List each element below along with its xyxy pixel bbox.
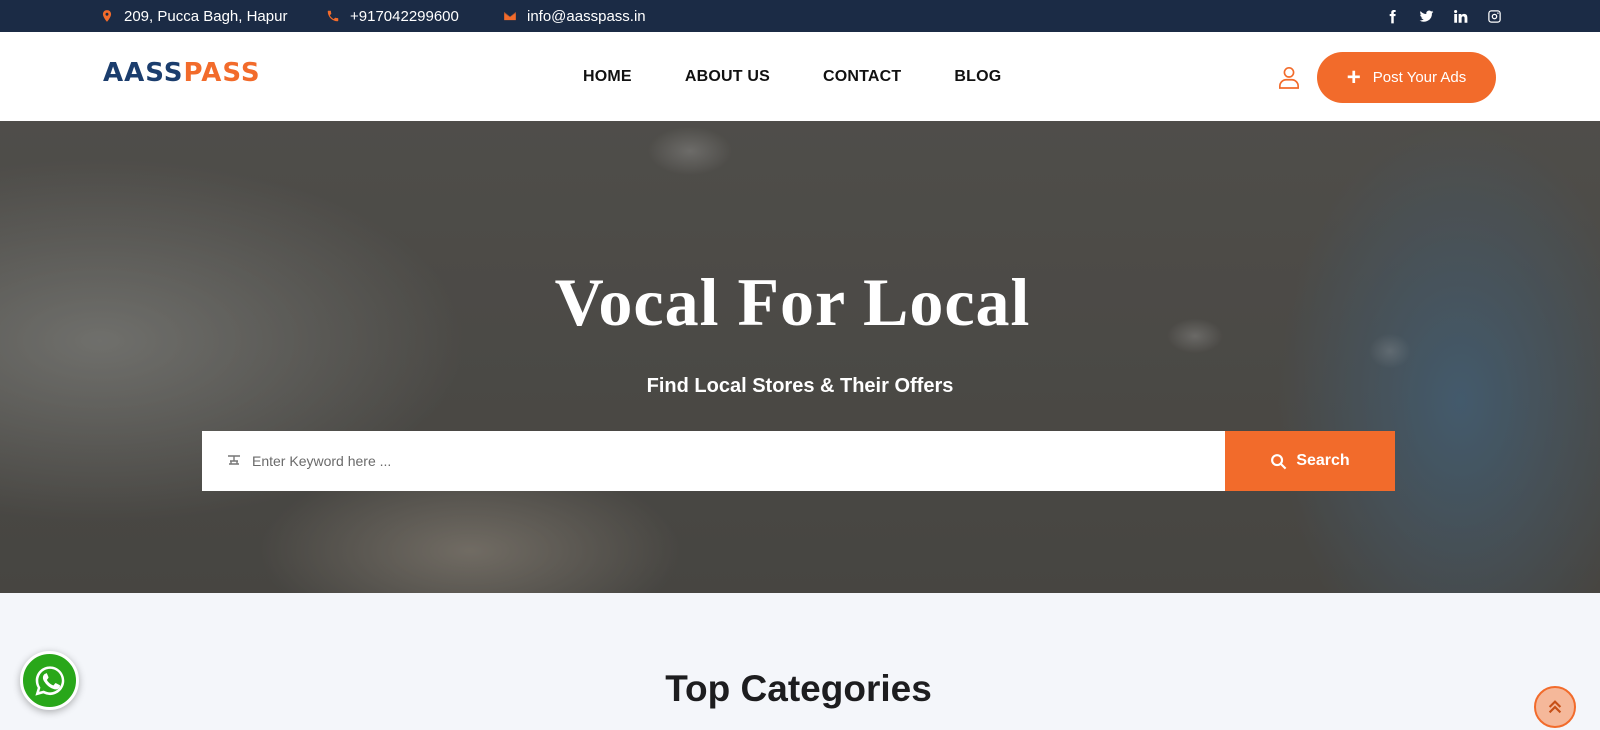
nav-contact[interactable]: CONTACT xyxy=(823,68,901,86)
phone-item[interactable]: +917042299600 xyxy=(326,0,459,32)
address-text: 209, Pucca Bagh, Hapur xyxy=(124,7,288,25)
map-pin-icon xyxy=(102,10,112,22)
logo-part-aass: AASS xyxy=(103,58,184,88)
phone-icon xyxy=(327,10,339,22)
social-links xyxy=(1384,0,1502,32)
search-box xyxy=(202,431,1225,491)
main-nav: HOME ABOUT US CONTACT BLOG xyxy=(583,32,1001,121)
main-header: AASSPASS HOME ABOUT US CONTACT BLOG + Po… xyxy=(0,32,1600,121)
hero-title: Vocal For Local xyxy=(554,264,1031,340)
keyword-icon xyxy=(228,455,240,465)
address-item: 209, Pucca Bagh, Hapur xyxy=(100,0,287,32)
whatsapp-icon xyxy=(34,665,64,696)
nav-blog[interactable]: BLOG xyxy=(954,68,1001,86)
facebook-icon[interactable] xyxy=(1384,8,1400,24)
top-info-bar: 209, Pucca Bagh, Hapur +917042299600 inf… xyxy=(0,0,1600,32)
search-icon xyxy=(1271,453,1287,469)
instagram-icon[interactable] xyxy=(1486,8,1502,24)
envelope-icon xyxy=(504,11,516,21)
search-button[interactable]: Search xyxy=(1225,431,1395,491)
section-title: Top Categories xyxy=(665,668,932,709)
twitter-icon[interactable] xyxy=(1418,8,1434,24)
hero-banner: Vocal For Local Find Local Stores & Thei… xyxy=(0,121,1600,593)
scroll-to-top-button[interactable] xyxy=(1534,686,1576,728)
plus-icon: + xyxy=(1346,63,1361,91)
post-your-ads-label: Post Your Ads xyxy=(1372,69,1467,86)
nav-home[interactable]: HOME xyxy=(583,68,632,86)
hero-subtitle: Find Local Stores & Their Offers xyxy=(646,375,954,397)
nav-about-us[interactable]: ABOUT US xyxy=(685,68,770,86)
search-input[interactable] xyxy=(252,453,1152,469)
search-button-label: Search xyxy=(1296,452,1350,469)
user-icon[interactable] xyxy=(1278,65,1300,89)
logo-part-pass: PASS xyxy=(183,58,261,88)
site-logo[interactable]: AASSPASS xyxy=(103,58,261,88)
email-text[interactable]: info@aasspass.in xyxy=(527,8,646,25)
whatsapp-button[interactable] xyxy=(20,651,79,710)
linkedin-icon[interactable] xyxy=(1452,8,1468,24)
double-chevron-up-icon xyxy=(1548,700,1562,714)
phone-text[interactable]: +917042299600 xyxy=(350,8,459,25)
post-your-ads-button[interactable]: + Post Your Ads xyxy=(1317,52,1496,103)
email-item[interactable]: info@aasspass.in xyxy=(503,0,646,32)
